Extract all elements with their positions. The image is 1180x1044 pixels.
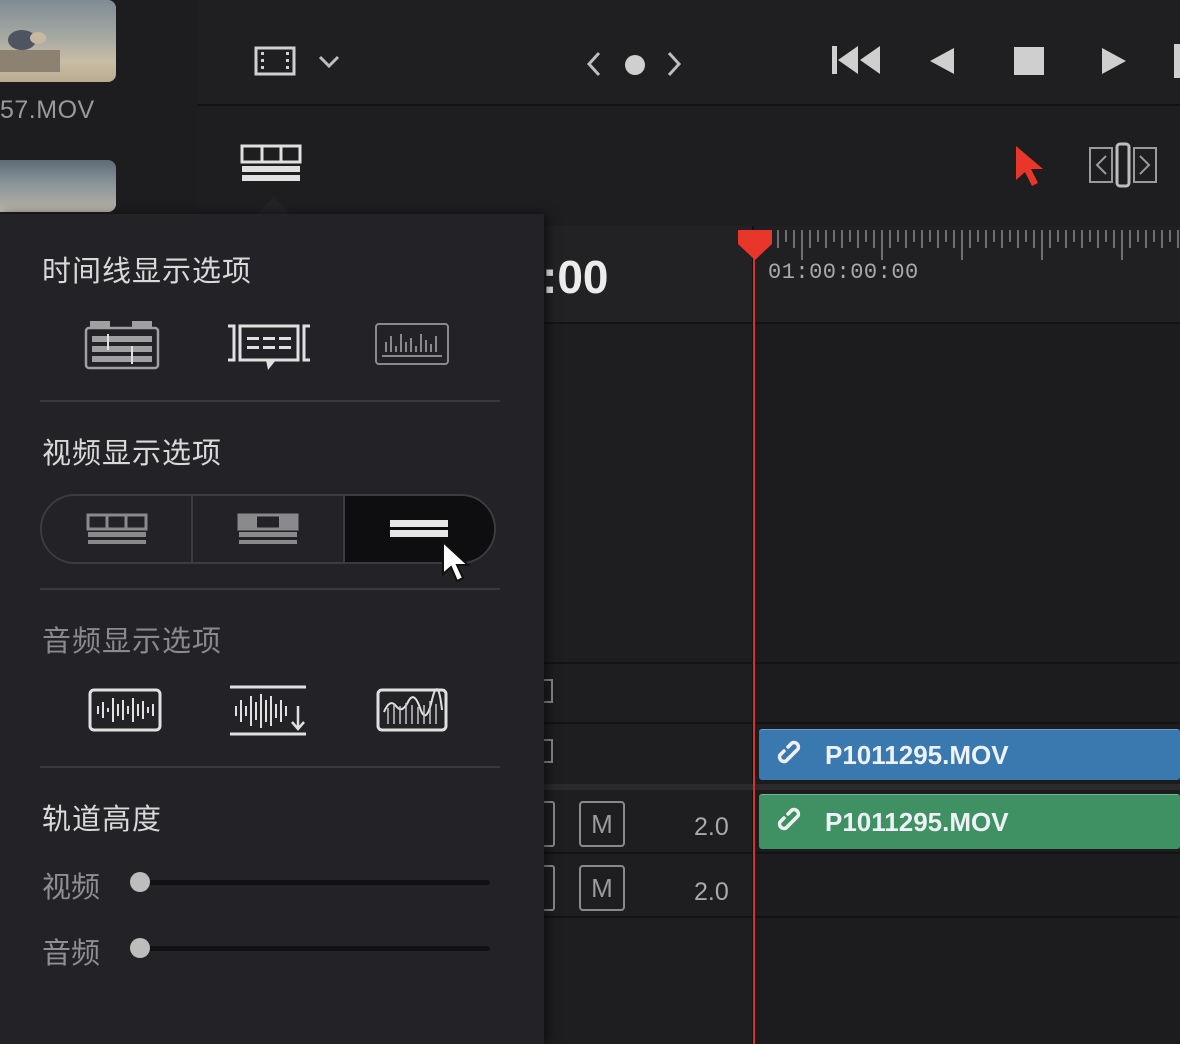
simple-view-icon — [390, 520, 449, 537]
marker-dot-icon[interactable] — [624, 54, 646, 76]
selection-arrow-icon[interactable] — [1012, 144, 1046, 188]
next-frame-icon[interactable] — [1174, 44, 1180, 78]
video-height-slider[interactable] — [140, 880, 490, 885]
audio-height-slider[interactable] — [140, 946, 490, 951]
stacked-timelines-icon[interactable] — [84, 320, 162, 370]
timecode-text: :00 — [542, 251, 609, 303]
audio-options-title: 音频显示选项 — [42, 626, 223, 658]
video-height-slider-knob[interactable] — [130, 872, 150, 892]
mute-button[interactable]: M — [579, 801, 625, 847]
clip-name: P1011295.MOV — [825, 739, 1009, 770]
timeline-toolbar — [198, 106, 1180, 226]
timeline-ruler[interactable]: 01:00:00:00 — [754, 226, 1180, 324]
prev-marker-icon[interactable] — [586, 50, 602, 78]
track-divider — [542, 852, 1180, 854]
clip-thumbnail[interactable] — [0, 0, 116, 82]
track-height-title: 轨道高度 — [42, 804, 163, 836]
timecode-display: :00 — [542, 226, 752, 324]
clip-label: 57.MOV — [0, 96, 95, 124]
track-lock-icon[interactable] — [543, 739, 553, 763]
play-icon[interactable] — [1100, 46, 1128, 76]
track-lock-icon[interactable] — [543, 679, 553, 703]
track-headers — [542, 226, 754, 1044]
timeline-options-title: 时间线显示选项 — [42, 256, 253, 288]
timeline-view-options-icon[interactable] — [240, 144, 302, 184]
playhead-handle[interactable] — [736, 228, 774, 262]
beach-image — [0, 30, 60, 72]
popup-arrow — [258, 196, 290, 214]
video-display-segmented-control — [40, 494, 496, 564]
track-divider — [542, 662, 1180, 664]
waveform-expand-icon[interactable] — [228, 684, 310, 740]
audio-volume: 2.0 — [694, 878, 729, 906]
video-options-title: 视频显示选项 — [42, 438, 223, 470]
waveform-envelope-icon[interactable] — [376, 688, 450, 734]
divider — [40, 400, 500, 402]
subtitle-tracks-icon[interactable] — [224, 322, 314, 374]
solo-button[interactable] — [543, 865, 555, 911]
audio-clip[interactable]: P1011295.MOV — [759, 794, 1180, 849]
chevron-down-icon[interactable] — [318, 54, 340, 70]
divider — [40, 766, 500, 768]
audio-height-label: 音频 — [42, 938, 101, 970]
playhead-line — [753, 248, 755, 1044]
viewer-toolbar — [198, 0, 1180, 106]
trim-edit-icon[interactable] — [1088, 142, 1158, 188]
ruler-timecode: 01:00:00:00 — [768, 260, 919, 285]
thumbnail-view-icon — [237, 513, 299, 544]
clip-thumbnail[interactable] — [0, 160, 116, 212]
next-marker-icon[interactable] — [666, 50, 682, 78]
link-icon — [759, 807, 825, 837]
go-to-start-icon[interactable] — [830, 44, 882, 76]
mouse-cursor-icon — [442, 540, 471, 583]
track-divider — [542, 916, 1180, 918]
filmstrip-view-icon — [86, 513, 148, 544]
stop-icon[interactable] — [1012, 45, 1046, 77]
video-option-filmstrip[interactable] — [42, 496, 194, 562]
play-reverse-icon[interactable] — [928, 46, 956, 76]
video-height-label: 视频 — [42, 872, 101, 904]
timeline-view-options-popup: 时间线显示选项 视频显示选项 音频显示选项 轨道高度 视频 音频 — [0, 214, 544, 1044]
film-strip-icon[interactable] — [254, 46, 296, 76]
track-divider — [542, 784, 1180, 790]
waveform-icon[interactable] — [88, 688, 164, 734]
video-clip[interactable]: P1011295.MOV — [759, 729, 1180, 780]
audio-height-slider-knob[interactable] — [130, 938, 150, 958]
video-option-thumbnail[interactable] — [193, 496, 345, 562]
divider — [40, 588, 500, 590]
solo-button[interactable] — [543, 801, 555, 847]
clip-name: P1011295.MOV — [825, 806, 1009, 837]
link-icon — [759, 740, 825, 770]
audio-volume: 2.0 — [694, 813, 729, 841]
mute-button[interactable]: M — [579, 865, 625, 911]
audio-waveform-view-icon[interactable] — [374, 322, 452, 368]
track-divider — [542, 722, 1180, 724]
